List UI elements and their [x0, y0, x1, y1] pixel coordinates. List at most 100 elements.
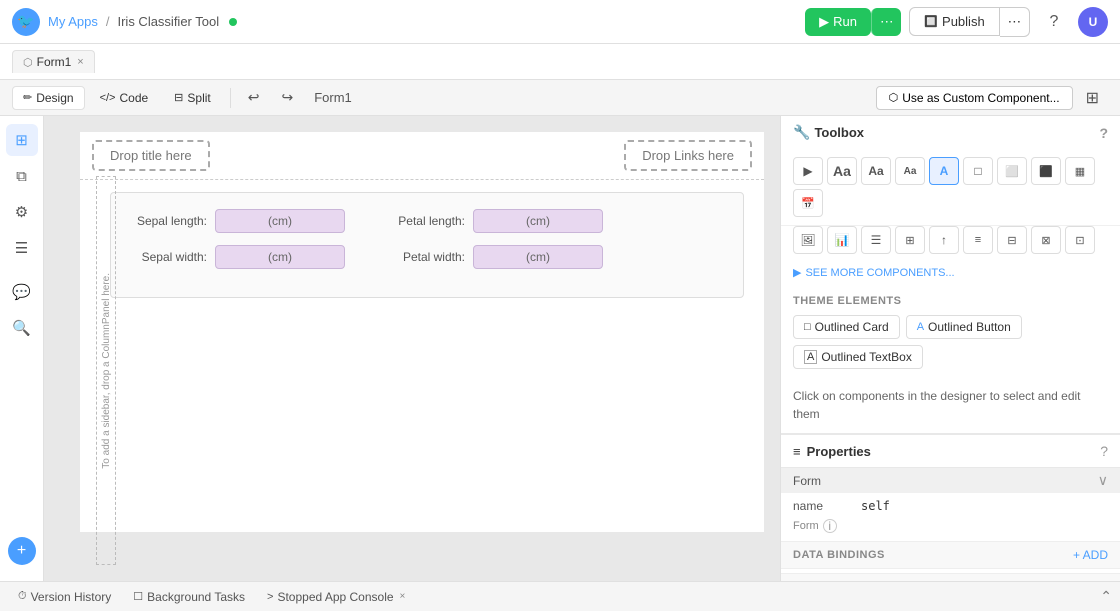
publish-button[interactable]: 🔲 Publish: [909, 7, 999, 36]
table-tool[interactable]: ⊞: [895, 226, 925, 254]
expand-button[interactable]: ⊞: [1077, 83, 1108, 113]
properties-help[interactable]: ?: [1100, 443, 1108, 459]
toolbox-help[interactable]: ?: [1099, 125, 1108, 141]
run-more-button[interactable]: ⋯: [871, 8, 901, 36]
current-form-name: Form1: [314, 90, 352, 105]
run-icon: ▶: [819, 14, 829, 30]
breadcrumb-apps[interactable]: My Apps: [48, 14, 98, 29]
grid-tool[interactable]: ▦: [1065, 157, 1095, 185]
code-button[interactable]: </> Code: [89, 86, 160, 110]
box-filled-tool[interactable]: ⬛: [1031, 157, 1061, 185]
petal-width-input[interactable]: [473, 245, 603, 269]
sepal-length-input[interactable]: [215, 209, 345, 233]
outlined-card-element[interactable]: □ Outlined Card: [793, 315, 900, 339]
calendar-tool[interactable]: 📅: [793, 189, 823, 217]
use-custom-component-button[interactable]: ⬡ Use as Custom Component...: [876, 86, 1073, 110]
name-prop-value: self: [861, 499, 890, 513]
design-button[interactable]: ✏ Design: [12, 86, 85, 110]
tabs-row: ⬡ Form1 ×: [0, 44, 1120, 80]
avatar[interactable]: U: [1078, 7, 1108, 37]
stopped-console-close[interactable]: ×: [400, 591, 406, 602]
redo-button[interactable]: ↪: [272, 84, 302, 111]
run-more-icon: ⋯: [880, 14, 893, 29]
sidebar-icon-search[interactable]: 🔍: [6, 312, 38, 344]
add-fab-button[interactable]: +: [8, 537, 36, 565]
text-large-tool[interactable]: Aa: [827, 157, 857, 185]
tab-form1[interactable]: ⬡ Form1 ×: [12, 50, 95, 73]
see-more-components[interactable]: ▶ SEE MORE COMPONENTS...: [781, 262, 1120, 287]
topbar: 🐦 My Apps / Iris Classifier Tool ▶ Run ⋯…: [0, 0, 1120, 44]
outlined-button-element[interactable]: A Outlined Button: [906, 315, 1022, 339]
outlined-textbox-element[interactable]: A Outlined TextBox: [793, 345, 923, 369]
run-label: Run: [833, 14, 857, 29]
sidebar-icon-layers[interactable]: ⧉: [6, 160, 38, 192]
image-tool[interactable]: 🖼: [793, 226, 823, 254]
layout1-tool[interactable]: ⊟: [997, 226, 1027, 254]
list-view-tool[interactable]: ☰: [861, 226, 891, 254]
right-panel: 🔧 Toolbox ? ▶ Aa Aa Aa A □ ⬜ ⬛ ▦ 📅 🖼 📊: [780, 116, 1120, 581]
drop-title-placeholder[interactable]: Drop title here: [92, 140, 210, 171]
sidebar-icon-list[interactable]: ☰: [6, 232, 38, 264]
text-medium-tool[interactable]: Aa: [861, 157, 891, 185]
publish-more-button[interactable]: ⋯: [1000, 7, 1030, 37]
pointer-tool[interactable]: ▶: [793, 157, 823, 185]
chart-tool[interactable]: 📊: [827, 226, 857, 254]
breadcrumb-project[interactable]: Iris Classifier Tool: [117, 14, 219, 29]
box-tool[interactable]: □: [963, 157, 993, 185]
properties-header: ≡ Properties ?: [781, 434, 1120, 468]
background-tasks-icon: ☐: [133, 590, 143, 603]
text-small-tool[interactable]: Aa: [895, 157, 925, 185]
click-hint: Click on components in the designer to s…: [781, 377, 1120, 433]
properties-icon: ≡: [793, 444, 801, 459]
form-info-icon[interactable]: i: [823, 519, 837, 533]
text-align-tool[interactable]: ≡: [963, 226, 993, 254]
upload-tool[interactable]: ↑: [929, 226, 959, 254]
layout3-tool[interactable]: ⊡: [1065, 226, 1095, 254]
outlined-textbox-icon: A: [804, 350, 817, 364]
undo-button[interactable]: ↩: [239, 84, 269, 111]
run-button-group: ▶ Run ⋯: [805, 8, 901, 36]
sidebar-icon-apps[interactable]: ⊞: [6, 124, 38, 156]
form-badge-label: Form: [793, 474, 821, 488]
status-dot: [229, 18, 237, 26]
help-button[interactable]: ?: [1038, 6, 1070, 38]
drop-title-bar: Drop title here Drop Links here: [80, 132, 764, 180]
petal-length-input[interactable]: [473, 209, 603, 233]
tab-form1-close[interactable]: ×: [77, 56, 83, 68]
name-prop-row: name self: [781, 493, 1120, 519]
code-icon: </>: [100, 92, 116, 104]
sidebar-icon-settings[interactable]: ⚙: [6, 196, 38, 228]
data-bindings-add[interactable]: + ADD: [1073, 548, 1108, 562]
properties-title: Properties: [807, 444, 871, 459]
breadcrumb-sep: /: [106, 14, 110, 29]
split-button[interactable]: ⊟ Split: [163, 86, 222, 110]
form-collapse-icon[interactable]: ∨: [1098, 472, 1108, 489]
bottom-tab-version-history[interactable]: ⏱ Version History: [8, 587, 121, 607]
outlined-card-icon: □: [804, 321, 811, 333]
sepal-width-input[interactable]: [215, 245, 345, 269]
form-container: Sepal length: Petal length: Sepal width:: [110, 192, 744, 298]
text-styled-tool[interactable]: A: [929, 157, 959, 185]
bottom-tab-stopped-console[interactable]: > Stopped App Console ×: [257, 587, 415, 607]
design-icon: ✏: [23, 91, 32, 104]
sepal-length-label: Sepal length:: [127, 214, 207, 228]
toolbox-section: 🔧 Toolbox ? ▶ Aa Aa Aa A □ ⬜ ⬛ ▦ 📅 🖼 📊: [781, 116, 1120, 434]
properties-title-wrap: ≡ Properties: [793, 444, 871, 459]
form-row-2: Sepal width: Petal width:: [127, 245, 727, 269]
breadcrumb: My Apps / Iris Classifier Tool: [48, 14, 237, 29]
petal-length-field: Petal length:: [385, 209, 603, 233]
properties-section: ≡ Properties ? Form ∨ name self Form i: [781, 434, 1120, 581]
topbar-left: 🐦 My Apps / Iris Classifier Tool: [12, 8, 237, 36]
bottom-tab-background-tasks[interactable]: ☐ Background Tasks: [123, 587, 255, 607]
toolbox-header: 🔧 Toolbox ?: [781, 116, 1120, 149]
sidebar-icon-comment[interactable]: 💬: [6, 276, 38, 308]
bottom-expand-icon[interactable]: ⌃: [1100, 588, 1112, 605]
drop-links-placeholder[interactable]: Drop Links here: [624, 140, 752, 171]
box-outline-tool[interactable]: ⬜: [997, 157, 1027, 185]
tab-form1-icon: ⬡: [23, 56, 33, 69]
toolbox-icons-row2: 🖼 📊 ☰ ⊞ ↑ ≡ ⊟ ⊠ ⊡: [781, 226, 1120, 262]
form-sub-row: Form i: [781, 519, 1120, 541]
bottom-tabs: ⏱ Version History ☐ Background Tasks > S…: [0, 581, 1120, 611]
run-button[interactable]: ▶ Run: [805, 8, 871, 36]
layout2-tool[interactable]: ⊠: [1031, 226, 1061, 254]
